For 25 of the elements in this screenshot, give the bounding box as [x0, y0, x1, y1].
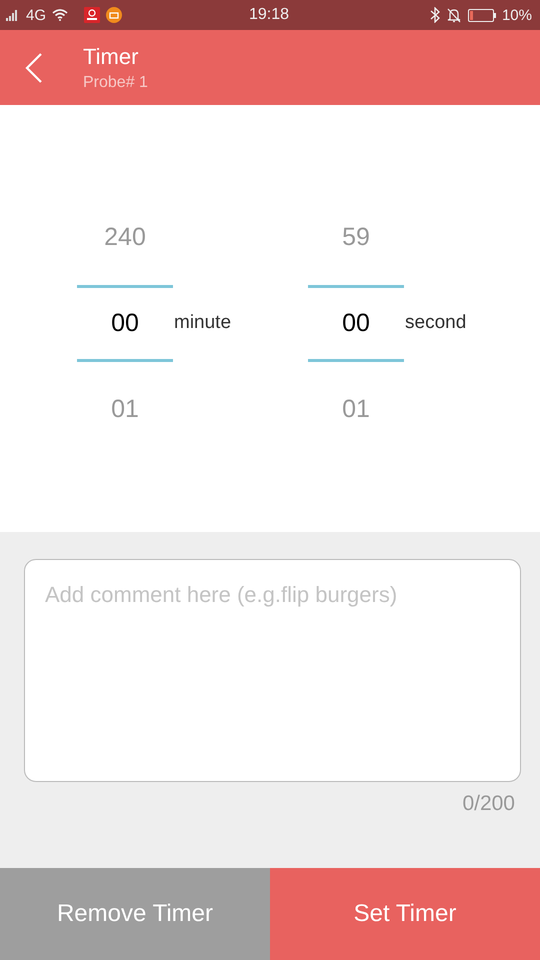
- remove-timer-button[interactable]: Remove Timer: [0, 868, 270, 960]
- signal-icon: [6, 9, 20, 21]
- bluetooth-icon: [430, 7, 440, 23]
- character-counter: 0/200: [462, 792, 515, 816]
- bell-off-icon: [446, 7, 462, 23]
- picker-value[interactable]: 00: [77, 284, 173, 362]
- battery-icon: [468, 8, 496, 22]
- wifi-icon: [52, 9, 68, 21]
- app-icon: [84, 7, 100, 23]
- clock: 19:18: [248, 6, 290, 24]
- screen-title: Timer: [83, 44, 140, 70]
- battery-percentage: 10%: [502, 6, 532, 24]
- comment-field[interactable]: Add comment here (e.g.flip burgers): [24, 559, 521, 782]
- picker-value[interactable]: 240: [77, 190, 173, 284]
- unit-label: second: [405, 312, 468, 334]
- screen-subtitle: Probe# 1: [83, 74, 148, 92]
- unit-label: minute: [174, 312, 232, 334]
- picker-value[interactable]: 59: [308, 190, 404, 284]
- network-type: 4G: [26, 6, 46, 24]
- picker-value[interactable]: 01: [77, 362, 173, 456]
- picker-value[interactable]: 00: [308, 284, 404, 362]
- set-timer-button[interactable]: Set Timer: [270, 868, 540, 960]
- picker-value[interactable]: 01: [308, 362, 404, 456]
- app-icon: [106, 7, 122, 23]
- back-icon: [24, 52, 44, 84]
